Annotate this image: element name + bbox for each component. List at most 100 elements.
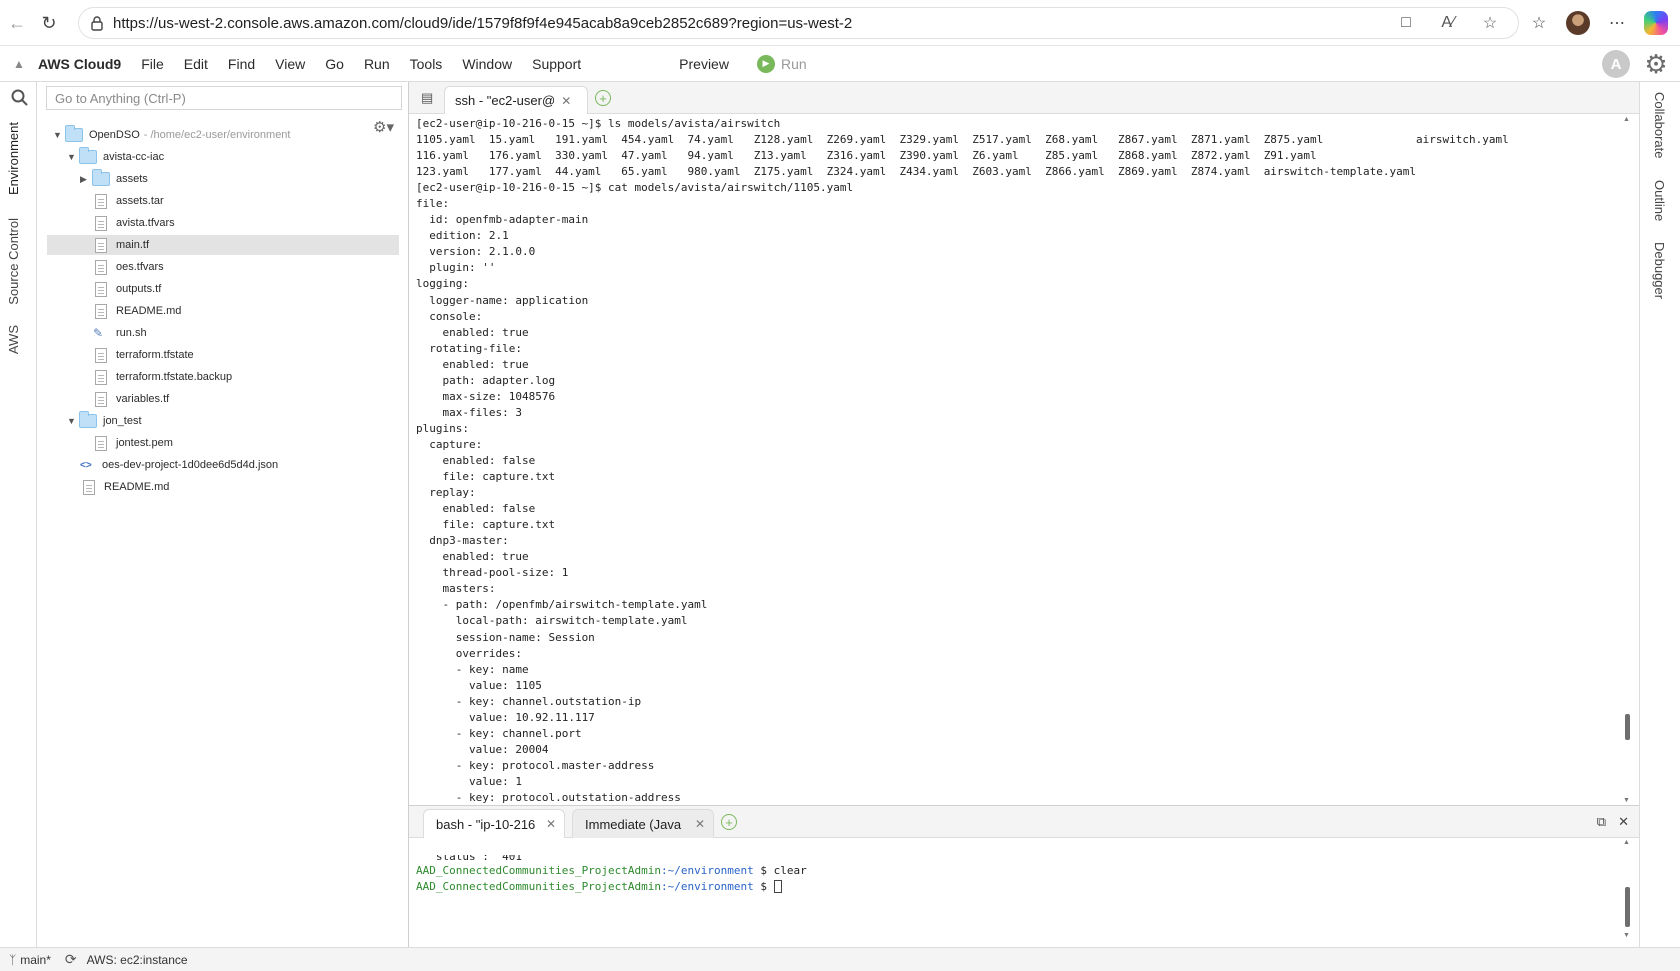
- terminal-scrollbar[interactable]: ▲ ▼: [1623, 116, 1633, 804]
- terminal-line: enabled: false: [416, 453, 536, 467]
- close-icon[interactable]: ✕: [546, 817, 556, 831]
- tree-file[interactable]: ✎ run.sh: [93, 323, 147, 343]
- scroll-down-icon[interactable]: ▼: [1623, 797, 1630, 804]
- terminal-line: plugins:: [416, 421, 469, 435]
- tree-file[interactable]: jontest.pem: [95, 433, 173, 453]
- tree-file[interactable]: terraform.tfstate: [95, 345, 194, 365]
- preferences-gear-icon[interactable]: ⚙: [1642, 49, 1670, 79]
- play-icon: ▶: [756, 54, 775, 73]
- tree-root-label: OpenDSO: [89, 129, 140, 141]
- caret-down-icon[interactable]: ▼: [53, 130, 65, 140]
- tree-file[interactable]: README.md: [83, 477, 169, 497]
- tree-file[interactable]: assets.tar: [95, 191, 164, 211]
- tab-outline[interactable]: Outline: [1652, 180, 1667, 221]
- aws-cloud9-menu[interactable]: AWS Cloud9: [38, 56, 121, 72]
- scroll-down-icon[interactable]: ▼: [1623, 932, 1630, 939]
- tab-debugger[interactable]: Debugger: [1652, 242, 1667, 299]
- refresh-icon[interactable]: ↻: [36, 10, 62, 36]
- terminal-line: replay:: [416, 486, 476, 500]
- terminal-line: edition: 2.1: [416, 229, 509, 243]
- caret-down-icon[interactable]: ▼: [67, 152, 79, 162]
- tree-file[interactable]: <> oes-dev-project-1d0dee6d5d4d.json: [80, 455, 278, 475]
- terminal-output[interactable]: [ec2-user@ip-10-216-0-15 ~]$ ls models/a…: [416, 116, 1616, 804]
- add-tab-icon[interactable]: +: [721, 814, 737, 830]
- tab-bash-terminal[interactable]: bash - "ip-10-216 ✕: [423, 809, 565, 838]
- tab-aws[interactable]: AWS: [6, 325, 21, 354]
- tree-folder-avista-cc-iac[interactable]: ▼ avista-cc-iac: [67, 147, 164, 167]
- file-icon: [95, 347, 107, 363]
- go-to-anything-input[interactable]: Go to Anything (Ctrl-P): [46, 86, 402, 110]
- aws-connection-status[interactable]: AWS: ec2:instance: [87, 953, 188, 967]
- preview-button[interactable]: Preview: [679, 56, 729, 72]
- tree-item-label: assets: [116, 173, 148, 185]
- tree-file[interactable]: README.md: [95, 301, 181, 321]
- add-tab-icon[interactable]: +: [595, 90, 611, 106]
- run-label: Run: [780, 55, 807, 72]
- menu-window[interactable]: Window: [462, 56, 512, 72]
- terminal-line: [ec2-user@ip-10-216-0-15 ~]$ cat models/…: [416, 181, 854, 195]
- tab-ssh-terminal[interactable]: ssh - "ec2-user@ ✕: [444, 86, 588, 114]
- read-aloud-icon[interactable]: A⁄: [1436, 11, 1460, 35]
- sync-icon[interactable]: ⟳: [65, 951, 77, 968]
- close-icon[interactable]: ✕: [561, 94, 571, 108]
- tab-collaborate[interactable]: Collaborate: [1652, 92, 1667, 159]
- run-button[interactable]: ▶ Run: [756, 54, 807, 73]
- site-info-icon[interactable]: [89, 15, 105, 31]
- json-file-icon: <>: [80, 459, 92, 471]
- menu-support[interactable]: Support: [532, 56, 581, 72]
- scroll-thumb[interactable]: [1625, 714, 1630, 740]
- terminal-line: thread-pool-size: 1: [416, 566, 569, 580]
- tree-file[interactable]: variables.tf: [95, 389, 169, 409]
- branch-label: main*: [20, 952, 51, 967]
- menu-edit[interactable]: Edit: [184, 56, 208, 72]
- caret-right-icon[interactable]: ▶: [80, 174, 92, 185]
- tab-source-control[interactable]: Source Control: [6, 218, 21, 305]
- search-icon[interactable]: [10, 88, 30, 108]
- tree-folder-assets[interactable]: ▶ assets: [80, 169, 148, 189]
- tab-action-icon[interactable]: □: [1394, 11, 1418, 35]
- tab-list-icon[interactable]: ▤: [421, 90, 433, 106]
- favorites-icon[interactable]: ☆: [1526, 10, 1552, 36]
- scroll-up-icon[interactable]: ▲: [1623, 116, 1630, 123]
- scroll-up-icon[interactable]: ▲: [1623, 839, 1630, 846]
- profile-avatar[interactable]: [1566, 11, 1590, 35]
- tree-file[interactable]: avista.tfvars: [95, 213, 175, 233]
- tree-file-selected[interactable]: main.tf: [47, 235, 399, 255]
- maximize-icon[interactable]: ⧉: [1597, 814, 1606, 830]
- file-icon: [95, 281, 107, 297]
- tree-item-label: terraform.tfstate: [116, 349, 194, 361]
- address-bar[interactable]: https://us-west-2.console.aws.amazon.com…: [78, 7, 1519, 39]
- terminal-line: enabled: false: [416, 502, 536, 516]
- tab-environment[interactable]: Environment: [6, 122, 21, 195]
- menu-tools[interactable]: Tools: [410, 56, 443, 72]
- terminal-line: path: adapter.log: [416, 373, 556, 387]
- tab-immediate[interactable]: Immediate (Java ✕: [572, 809, 714, 838]
- folder-icon: [65, 125, 83, 142]
- tree-file[interactable]: oes.tfvars: [95, 257, 164, 277]
- tree-root-opendso[interactable]: ▼ OpenDSO - /home/ec2-user/environment: [53, 125, 290, 145]
- terminal-line: local-path: airswitch-template.yaml: [416, 614, 688, 628]
- close-icon[interactable]: ✕: [695, 817, 705, 831]
- scroll-thumb[interactable]: [1625, 887, 1630, 927]
- menu-run[interactable]: Run: [364, 56, 390, 72]
- editor-pane: ▤ ssh - "ec2-user@ ✕ + [ec2-user@ip-10-2…: [409, 82, 1639, 805]
- tree-file[interactable]: outputs.tf: [95, 279, 161, 299]
- favorite-star-icon[interactable]: ☆: [1478, 11, 1502, 35]
- menu-go[interactable]: Go: [325, 56, 344, 72]
- more-options-icon[interactable]: ⋯: [1604, 10, 1630, 36]
- git-branch-status[interactable]: ᛉ main*: [9, 953, 51, 967]
- collapse-menu-icon[interactable]: ▲: [0, 46, 38, 82]
- menu-file[interactable]: File: [141, 56, 164, 72]
- menu-view[interactable]: View: [275, 56, 305, 72]
- menu-find[interactable]: Find: [228, 56, 255, 72]
- tree-settings-gear-icon[interactable]: ⚙▾: [373, 118, 394, 136]
- close-console-icon[interactable]: ✕: [1618, 814, 1629, 830]
- tree-file[interactable]: terraform.tfstate.backup: [95, 367, 232, 387]
- caret-down-icon[interactable]: ▼: [67, 416, 79, 426]
- user-avatar[interactable]: A: [1602, 50, 1630, 78]
- back-icon[interactable]: ←: [4, 10, 30, 36]
- console-output[interactable]: "status": "401" AAD_ConnectedCommunities_…: [416, 839, 1596, 939]
- tree-folder-jon-test[interactable]: ▼ jon_test: [67, 411, 142, 431]
- copilot-icon[interactable]: [1644, 11, 1668, 35]
- console-scrollbar[interactable]: ▲ ▼: [1623, 839, 1633, 939]
